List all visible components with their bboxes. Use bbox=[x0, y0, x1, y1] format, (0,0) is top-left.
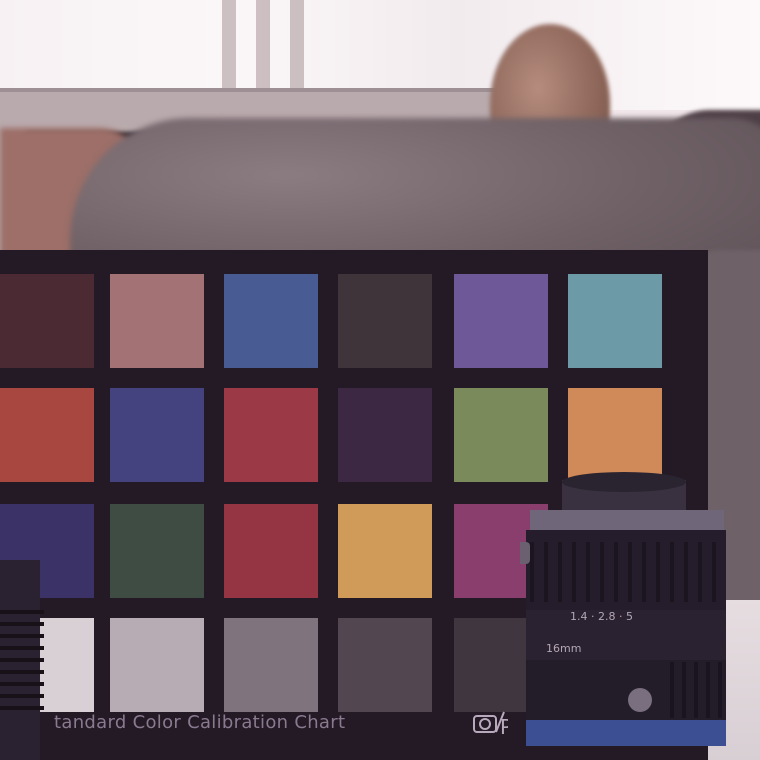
camera-lens-small bbox=[0, 560, 44, 760]
window-frame bbox=[256, 0, 270, 100]
color-patch bbox=[454, 274, 548, 368]
lens-focal-text: 16mm bbox=[546, 642, 581, 655]
color-patch bbox=[224, 618, 318, 712]
window-frame bbox=[222, 0, 236, 100]
photo-scene: tandard Color Calibration Chart P 1.4 · … bbox=[0, 0, 760, 760]
color-patch bbox=[110, 618, 204, 712]
color-patch bbox=[338, 504, 432, 598]
color-patch bbox=[0, 274, 94, 368]
color-patch bbox=[224, 388, 318, 482]
color-patch bbox=[0, 388, 94, 482]
color-patch bbox=[110, 274, 204, 368]
color-patch bbox=[568, 274, 662, 368]
color-patch bbox=[110, 388, 204, 482]
color-patch bbox=[338, 388, 432, 482]
lens-aperture-text: 1.4 · 2.8 · 5 bbox=[570, 610, 633, 623]
color-patch bbox=[110, 504, 204, 598]
chart-logo-text: P bbox=[500, 715, 508, 736]
color-patch bbox=[568, 388, 662, 482]
camera-logo-icon: P bbox=[473, 711, 508, 736]
window-frame bbox=[290, 0, 304, 100]
color-patch bbox=[454, 388, 548, 482]
color-patch bbox=[338, 618, 432, 712]
camera-lens-large: 1.4 · 2.8 · 5 16mm bbox=[520, 472, 726, 746]
color-patch bbox=[224, 274, 318, 368]
chart-label: tandard Color Calibration Chart bbox=[54, 712, 346, 733]
color-patch bbox=[338, 274, 432, 368]
color-patch bbox=[224, 504, 318, 598]
